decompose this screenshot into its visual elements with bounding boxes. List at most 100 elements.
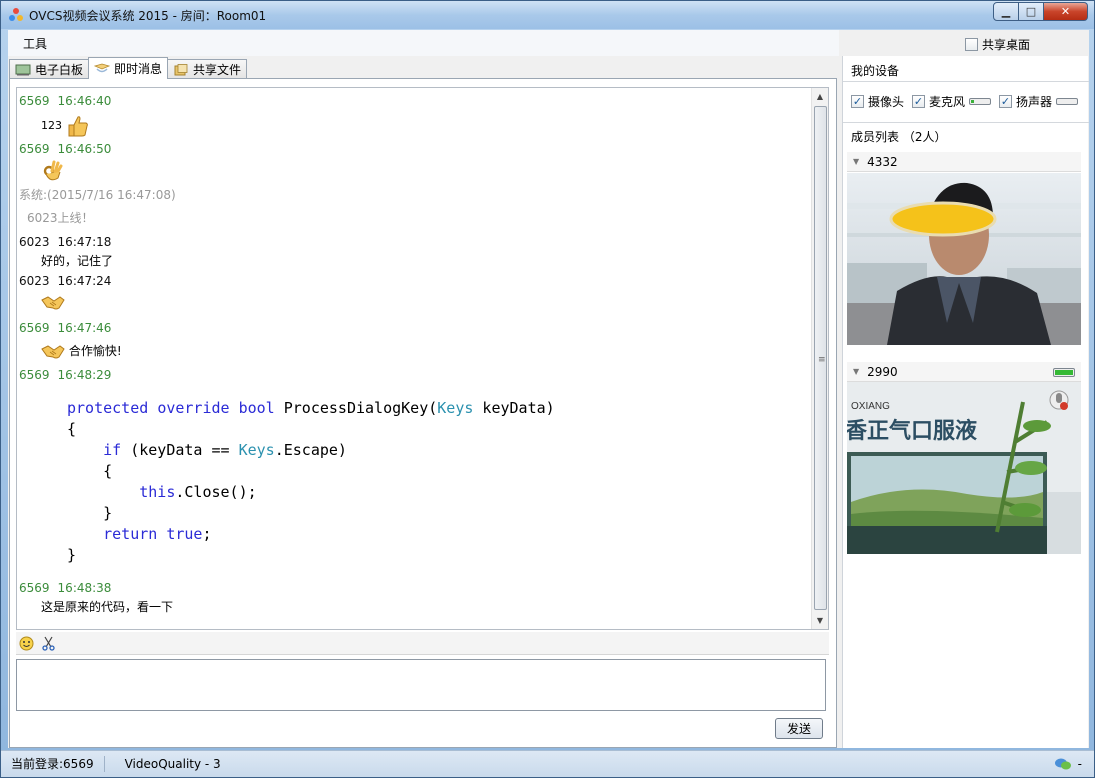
close-button[interactable]: ✕ <box>1044 2 1088 21</box>
video-frame-person <box>847 173 1081 345</box>
message-time: 16:48:38 <box>57 581 112 595</box>
member-video[interactable]: OXIANG 香正气口服液 <box>847 382 1081 554</box>
message-sender: 6569 <box>19 321 50 335</box>
devices-title: 我的设备 <box>851 64 900 78</box>
member-video[interactable] <box>847 173 1081 345</box>
message-meta: 6569 16:46:40 <box>19 91 809 111</box>
message-icon <box>94 63 111 72</box>
device-list: ✓ 摄像头 ✓ 麦克风 ✓ 扬声器 <box>851 93 1079 110</box>
client-area: 工具 共享桌面 电子白板 即时消息 共享文件 6569 16:46:40 123… <box>8 30 1089 748</box>
message-time: 16:46:50 <box>57 142 112 156</box>
tab-instant-message-label: 即时消息 <box>114 62 163 76</box>
speaker-checkbox[interactable]: ✓ <box>999 95 1013 108</box>
member-header[interactable]: ▼ 2990 <box>847 362 1081 382</box>
video-text-small: OXIANG <box>851 401 890 412</box>
minimize-button[interactable]: ▁ <box>993 2 1019 21</box>
whiteboard-icon <box>15 64 31 75</box>
minimize-icon: ▁ <box>1001 5 1011 18</box>
camera-toggle[interactable]: ✓ 摄像头 <box>851 93 904 110</box>
tab-shared-files[interactable]: 共享文件 <box>167 59 248 79</box>
menu-bar: 工具 <box>8 30 839 56</box>
message-text: 123 <box>41 119 62 132</box>
message-history[interactable]: 6569 16:46:40 123 6569 16:46:50 系统:(2015… <box>16 87 829 630</box>
title-bar: OVCS视频会议系统 2015 - 房间：Room01 ▁ □ ✕ <box>1 1 1094 29</box>
members-title: 成员列表 （2人） <box>851 130 947 144</box>
share-desktop-toggle[interactable]: 共享桌面 <box>961 35 1035 54</box>
member-name: 2990 <box>867 364 898 379</box>
message-input[interactable] <box>16 659 826 711</box>
window-title: OVCS视频会议系统 2015 - 房间：Room01 <box>29 9 267 23</box>
message-meta: 6023 16:47:18 <box>19 232 809 252</box>
message-sender: 6569 <box>19 368 50 382</box>
camera-label: 摄像头 <box>868 95 905 109</box>
chat-panel: 6569 16:46:40 123 6569 16:46:50 系统:(2015… <box>9 78 837 748</box>
message-sender: 6569 <box>19 581 50 595</box>
message-body: 123 <box>19 111 809 139</box>
scroll-thumb[interactable]: ≡ <box>814 106 827 610</box>
message-body: 合作愉快! <box>19 338 809 365</box>
member-name: 4332 <box>867 154 898 169</box>
mic-checkbox[interactable]: ✓ <box>912 95 926 108</box>
message-time: 16:47:18 <box>57 235 112 249</box>
message-body: 这是原来的代码，看一下 <box>19 598 809 618</box>
handshake-icon <box>41 296 65 310</box>
system-message-text: 6023上线！ <box>19 205 809 232</box>
member-header[interactable]: ▼ 4332 <box>847 152 1081 172</box>
message-time: 16:47:24 <box>57 274 112 288</box>
message-time: 16:46:40 <box>57 94 112 108</box>
camera-checkbox[interactable]: ✓ <box>851 95 864 108</box>
scroll-down-icon[interactable]: ▼ <box>812 612 828 629</box>
message-time: 16:48:29 <box>57 368 112 382</box>
share-desktop-label: 共享桌面 <box>982 38 1031 52</box>
chat-scrollbar[interactable]: ▲ ≡ ▼ <box>811 88 828 629</box>
collapse-caret-icon[interactable]: ▼ <box>853 367 859 376</box>
message-sender: 6023 <box>19 235 50 249</box>
chat-bubbles-icon[interactable] <box>1054 757 1072 771</box>
share-desktop-checkbox[interactable] <box>965 38 978 51</box>
member-audio-level <box>1053 368 1075 377</box>
tab-whiteboard-label: 电子白板 <box>35 63 84 77</box>
tab-whiteboard[interactable]: 电子白板 <box>9 59 90 79</box>
message-sender: 6023 <box>19 274 50 288</box>
message-meta: 6569 16:47:46 <box>19 318 809 338</box>
message-body <box>19 291 809 318</box>
divider <box>843 81 1089 82</box>
message-meta: 6569 16:46:50 <box>19 139 809 159</box>
tab-instant-message[interactable]: 即时消息 <box>88 57 169 79</box>
side-panel: 我的设备 ✓ 摄像头 ✓ 麦克风 ✓ 扬声器 成员列表 （2人） ▼ 4332 … <box>842 56 1089 748</box>
message-body <box>19 159 809 185</box>
login-status: 当前登录:6569 <box>1 756 105 772</box>
message-text: 6023上线！ <box>27 211 94 225</box>
video-text-main: 香正气口服液 <box>847 418 977 444</box>
send-button[interactable]: 发送 <box>775 718 823 739</box>
video-quality-status: VideoQuality - 3 <box>124 757 221 771</box>
scroll-up-icon[interactable]: ▲ <box>812 88 828 105</box>
app-logo-icon <box>9 8 23 21</box>
message-text: 合作愉快! <box>68 344 122 358</box>
handshake-icon <box>41 344 65 358</box>
status-bar: 当前登录:6569 VideoQuality - 3 - <box>1 750 1094 777</box>
message-time: 16:47:46 <box>57 321 112 335</box>
screenshot-scissors-icon[interactable] <box>41 636 56 651</box>
tab-shared-files-label: 共享文件 <box>193 63 242 77</box>
menu-tools[interactable]: 工具 <box>23 35 47 52</box>
speaker-toggle[interactable]: ✓ 扬声器 <box>999 93 1079 110</box>
message-body: 好的，记住了 <box>19 252 809 271</box>
collapse-caret-icon[interactable]: ▼ <box>853 157 859 166</box>
ok-hand-icon <box>43 160 63 181</box>
emoji-smile-icon[interactable] <box>19 636 34 651</box>
video-frame-box: OXIANG 香正气口服液 <box>847 382 1081 554</box>
scroll-grip-icon: ≡ <box>818 355 826 365</box>
maximize-button[interactable]: □ <box>1019 2 1044 21</box>
app-window: OVCS视频会议系统 2015 - 房间：Room01 ▁ □ ✕ 工具 共享桌… <box>0 0 1095 778</box>
thumbs-up-icon <box>68 115 88 136</box>
message-meta: 6569 16:48:38 <box>19 578 809 598</box>
message-sender: 6569 <box>19 94 50 108</box>
message-text: 好的，记住了 <box>41 254 114 268</box>
speaker-level-meter <box>1056 98 1079 105</box>
message-sender: 6569 <box>19 142 50 156</box>
message-meta: 6569 16:48:29 <box>19 365 809 385</box>
mic-toggle[interactable]: ✓ 麦克风 <box>912 93 992 110</box>
input-toolbar <box>16 632 829 655</box>
mic-level-meter <box>969 98 992 105</box>
